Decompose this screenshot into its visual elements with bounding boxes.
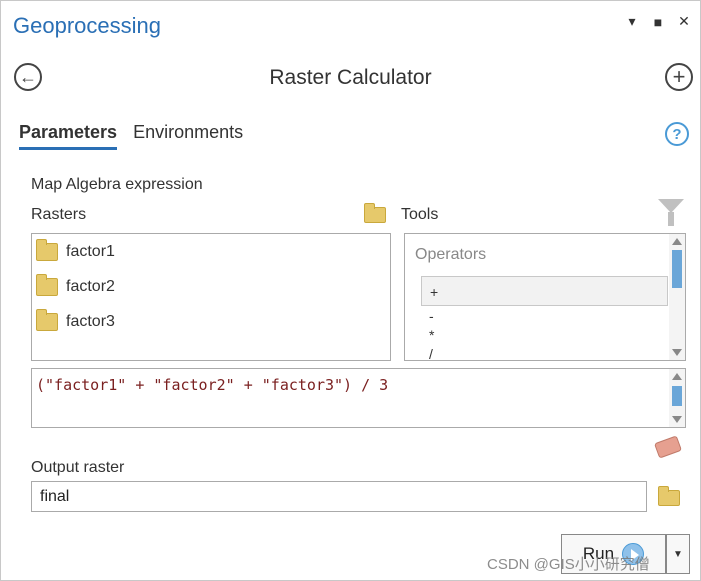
window-controls: ▾ ■ ✕ bbox=[624, 13, 692, 30]
browse-folder-icon[interactable] bbox=[364, 203, 386, 223]
raster-layer-icon bbox=[36, 273, 58, 296]
geoprocessing-pane: Geoprocessing ▾ ■ ✕ ← Raster Calculator … bbox=[0, 0, 701, 581]
map-algebra-label: Map Algebra expression bbox=[31, 176, 203, 193]
tools-label: Tools bbox=[401, 206, 439, 223]
list-item[interactable]: factor2 bbox=[32, 269, 390, 304]
list-item[interactable]: factor3 bbox=[32, 304, 390, 339]
expression-editor[interactable]: ("factor1" + "factor2" + "factor3") / 3 bbox=[31, 368, 686, 428]
watermark: CSDN @GIS小小研究僧 bbox=[487, 556, 650, 573]
scroll-up-icon[interactable] bbox=[672, 238, 682, 245]
scroll-thumb[interactable] bbox=[672, 250, 682, 288]
add-plus-icon[interactable]: + bbox=[665, 63, 693, 91]
maximize-icon[interactable]: ■ bbox=[650, 14, 666, 30]
tab-environments[interactable]: Environments bbox=[133, 122, 243, 150]
output-raster-field[interactable] bbox=[31, 481, 647, 512]
tool-title: Raster Calculator bbox=[269, 66, 432, 89]
expression-scrollbar[interactable] bbox=[669, 369, 685, 427]
operator-multiply[interactable]: * bbox=[429, 327, 434, 343]
expression-text[interactable]: ("factor1" + "factor2" + "factor3") / 3 bbox=[36, 376, 388, 394]
browse-folder-icon[interactable] bbox=[658, 486, 680, 506]
operator-plus[interactable]: + bbox=[421, 276, 668, 306]
operators-scrollbar[interactable] bbox=[669, 234, 685, 360]
tab-bar: Parameters Environments bbox=[19, 122, 243, 150]
scroll-down-icon[interactable] bbox=[672, 349, 682, 356]
raster-name: factor3 bbox=[66, 312, 115, 330]
raster-layer-icon bbox=[36, 308, 58, 331]
raster-layer-icon bbox=[36, 238, 58, 261]
pane-title: Geoprocessing bbox=[13, 13, 161, 38]
filter-icon[interactable] bbox=[658, 199, 684, 227]
scroll-thumb[interactable] bbox=[672, 386, 682, 406]
operators-list[interactable]: Operators + - * / bbox=[404, 233, 686, 361]
list-item[interactable]: factor1 bbox=[32, 234, 390, 269]
scroll-up-icon[interactable] bbox=[672, 373, 682, 380]
rasters-label: Rasters bbox=[31, 206, 87, 223]
raster-name: factor2 bbox=[66, 277, 115, 295]
run-dropdown-icon[interactable]: ▼ bbox=[666, 534, 690, 574]
operator-minus[interactable]: - bbox=[429, 308, 434, 324]
raster-name: factor1 bbox=[66, 242, 115, 260]
pane-menu-icon[interactable]: ▾ bbox=[624, 13, 640, 30]
rasters-list[interactable]: factor1 factor2 factor3 bbox=[31, 233, 391, 361]
close-icon[interactable]: ✕ bbox=[676, 13, 692, 30]
output-raster-label: Output raster bbox=[31, 459, 125, 476]
eraser-icon[interactable] bbox=[653, 435, 683, 459]
operator-divide[interactable]: / bbox=[429, 346, 433, 360]
operators-heading: Operators bbox=[415, 246, 487, 263]
help-icon[interactable]: ? bbox=[665, 122, 689, 146]
tab-parameters[interactable]: Parameters bbox=[19, 122, 118, 150]
scroll-down-icon[interactable] bbox=[672, 416, 682, 423]
